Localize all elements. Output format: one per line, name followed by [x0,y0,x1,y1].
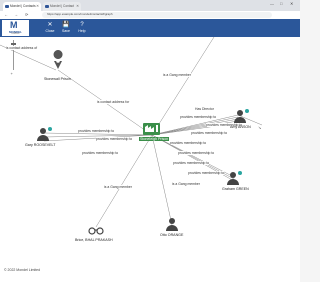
browser-window: Mondel | Contacts ✕ Mondel | Contact ✕ —… [0,0,300,282]
forward-icon[interactable]: → [14,12,18,18]
logo-subtext: LIMITED [11,33,20,35]
node-label-prison[interactable]: Stonewall Prison [44,77,71,81]
node-label-person[interactable]: Brice, BHAL PRAKASH [75,238,113,242]
link-label[interactable]: is contact address for [97,100,130,104]
link-label[interactable]: provides membership to [188,171,225,175]
reload-icon[interactable]: ⟳ [25,12,28,18]
cursor-icon: ↘ [258,125,261,130]
back-icon[interactable]: ← [4,12,8,18]
browser-tab-active[interactable]: Mondel | Contacts ✕ [3,2,41,11]
link-label[interactable]: provides membership to [191,131,228,135]
node-label-organisation[interactable]: Stoneleigh Prison [139,137,170,141]
handcuffs-icon [88,227,104,235]
favicon-icon [45,4,49,8]
footer-copyright: © 2022 Mondel Limited [4,268,41,272]
save-button-label: Save [62,29,70,33]
link-line [151,37,215,136]
save-icon: 💾 [62,22,70,28]
tab-close-icon[interactable]: ✕ [76,2,79,11]
url-input[interactable]: https://app.example.com/mondel/contacts#… [42,12,272,18]
link-line [43,132,153,136]
graph-canvas[interactable]: + ↘ is contact address of is a Gang memb… [0,37,300,282]
link-label[interactable]: is a Gang member [104,185,132,189]
location-pin-icon [53,50,63,69]
close-window-icon[interactable]: ✕ [290,1,293,6]
link-line [95,134,153,228]
save-button[interactable]: 💾 Save [59,19,73,37]
graph-links: + ↘ [0,37,263,235]
company-logo: M MONDEL LIMITED [2,20,29,36]
node-label-person[interactable]: Gary ROOSEVELT [25,143,56,147]
link-label[interactable]: is contact address of [6,46,38,50]
person-icon [37,127,52,141]
help-icon: ? [80,22,84,28]
help-button-label: Help [78,29,86,33]
person-icon [227,171,242,185]
link-label[interactable]: provides membership to [82,151,119,155]
maximize-icon[interactable]: □ [280,1,282,6]
tab-close-icon[interactable]: ✕ [36,2,39,11]
node-label-person[interactable]: Graham GREEN [222,187,249,191]
link-label[interactable]: Has Director [195,107,214,111]
browser-tab-bar: Mondel | Contacts ✕ Mondel | Contact ✕ —… [0,0,300,11]
link-label[interactable]: is a Gang member [163,73,191,77]
node-label-person[interactable]: Otto ORANGE [160,233,183,237]
tab-label: Mondel | Contact [50,4,75,8]
zoom-knob [11,43,16,45]
close-button-label: Close [45,29,55,33]
link-label[interactable]: provides membership to [96,137,133,141]
link-label[interactable]: provides membership to [78,129,115,133]
link-label[interactable]: is a Gang member [172,182,200,186]
favicon-icon [5,4,9,8]
link-label[interactable]: provides membership to [180,115,217,119]
link-label[interactable]: provides membership to [173,161,210,165]
close-icon: ✕ [47,22,53,28]
close-button[interactable]: ✕ Close [43,19,57,37]
zoom-plus-icon: + [11,71,14,76]
person-icon [234,109,249,123]
logo-mark: M [10,20,18,30]
link-label[interactable]: provides membership to [178,151,215,155]
node-label-person[interactable]: Amy ANSON [230,125,251,129]
browser-tab-inactive[interactable]: Mondel | Contact ✕ [43,2,81,11]
tab-label: Mondel | Contacts [10,4,36,8]
minimize-icon[interactable]: — [270,1,274,6]
help-button[interactable]: ? Help [75,19,89,37]
link-line [151,134,173,226]
organisation-icon [143,123,160,135]
link-label[interactable]: provides membership to [170,141,207,145]
